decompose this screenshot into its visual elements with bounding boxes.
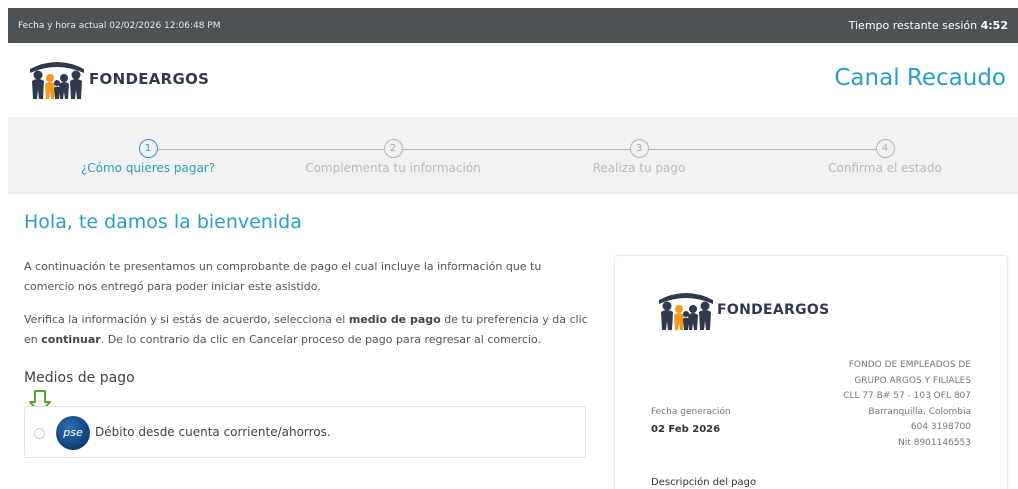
step-1: 1 ¿Cómo quieres pagar? bbox=[38, 139, 258, 175]
welcome-heading: Hola, te damos la bienvenida bbox=[24, 211, 302, 233]
receipt-brand-name: FONDEARGOS bbox=[717, 302, 830, 318]
payment-methods-title: Medios de pago bbox=[24, 370, 135, 386]
payment-option-pse[interactable]: pse Débito desde cuenta corriente/ahorro… bbox=[24, 406, 586, 458]
session-timer-value: 4:52 bbox=[980, 19, 1008, 32]
progress-stepper: 1 ¿Cómo quieres pagar? 2 Complementa tu … bbox=[8, 117, 1018, 194]
top-status-bar: Fecha y hora actual 02/02/2026 12:06:48 … bbox=[8, 8, 1018, 43]
payment-option-radio[interactable] bbox=[34, 428, 45, 439]
step-2: 2 Complementa tu información bbox=[283, 139, 503, 175]
step-number: 2 bbox=[383, 139, 403, 158]
payment-option-label: Débito desde cuenta corriente/ahorros. bbox=[95, 425, 331, 439]
step-3: 3 Realiza tu pago bbox=[529, 139, 749, 175]
step-number: 4 bbox=[875, 139, 895, 158]
family-people-icon bbox=[659, 293, 713, 330]
page-header: FONDEARGOS Canal Recaudo bbox=[0, 43, 1018, 117]
company-address: FONDO DE EMPLEADOS DE GRUPO ARGOS Y FILI… bbox=[843, 360, 971, 448]
step-label: ¿Cómo quieres pagar? bbox=[80, 161, 216, 175]
step-4: 4 Confirma el estado bbox=[775, 139, 995, 175]
step-label: Realiza tu pago bbox=[592, 161, 686, 175]
date-value: 02 Feb 2026 bbox=[651, 424, 721, 435]
receipt-logo: FONDEARGOS bbox=[657, 288, 829, 332]
step-number: 1 bbox=[138, 139, 158, 158]
current-datetime: Fecha y hora actual 02/02/2026 12:06:48 … bbox=[18, 20, 221, 31]
date-label: Fecha generación bbox=[651, 407, 731, 417]
payment-receipt-card: FONDEARGOS FONDO DE EMPLEADOS DE GRUPO A… bbox=[614, 255, 1008, 489]
family-people-icon bbox=[30, 62, 84, 99]
step-number: 3 bbox=[629, 139, 649, 158]
step-label: Complementa tu información bbox=[305, 161, 481, 175]
step-label: Confirma el estado bbox=[828, 161, 942, 175]
channel-title: Canal Recaudo bbox=[834, 65, 1006, 91]
description-label: Descripción del pago bbox=[651, 477, 757, 488]
verify-text: Verifica la información y si estás de ac… bbox=[24, 313, 588, 346]
pse-logo-icon: pse bbox=[56, 416, 90, 450]
intro-text: A continuación te presentamos un comprob… bbox=[24, 260, 542, 293]
brand-name: FONDEARGOS bbox=[89, 70, 210, 88]
fondeargos-logo[interactable]: FONDEARGOS bbox=[28, 57, 209, 101]
session-timer: Tiempo restante sesión 4:52 bbox=[848, 19, 1008, 32]
